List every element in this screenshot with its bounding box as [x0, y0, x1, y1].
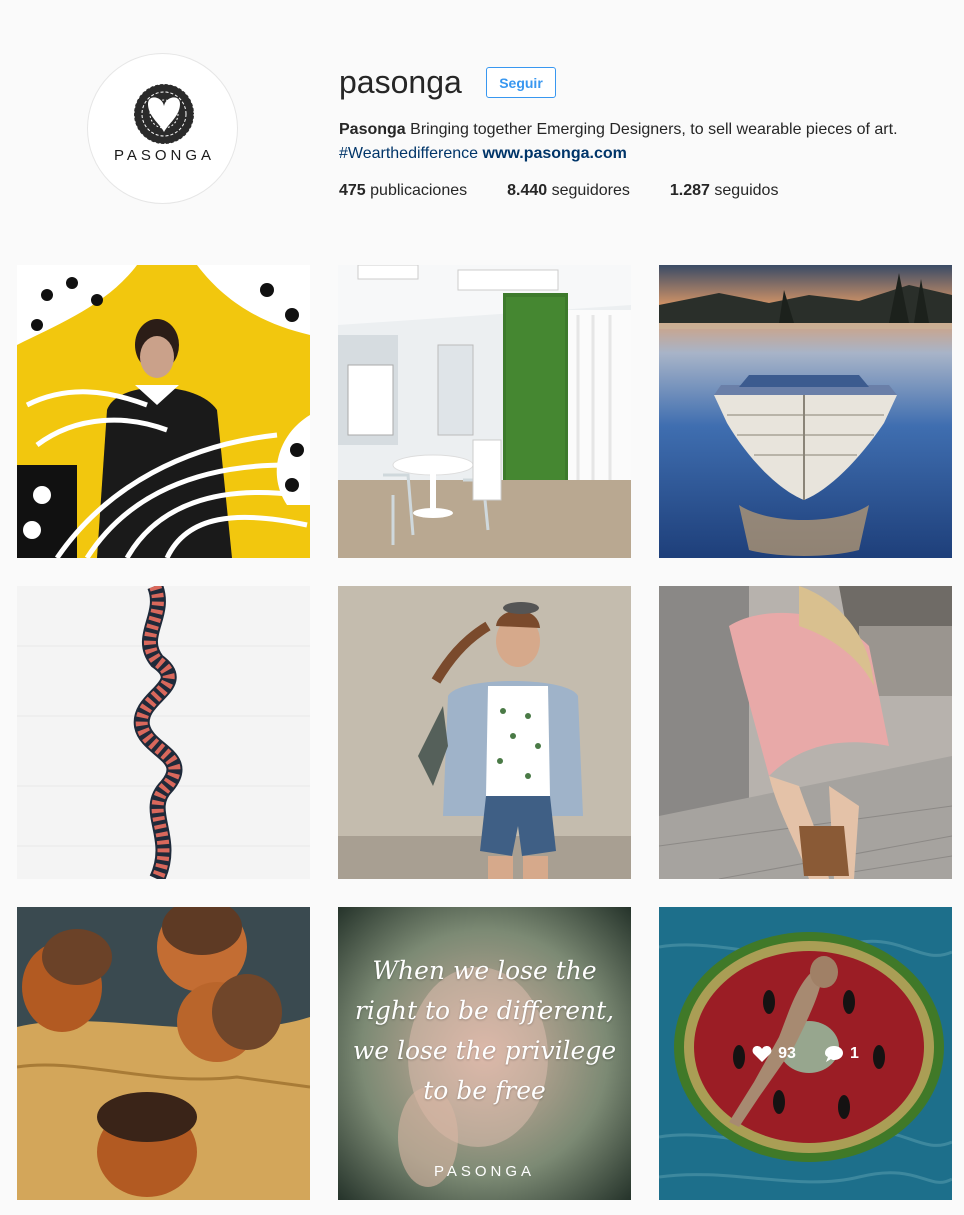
post-thumbnail[interactable] — [659, 265, 952, 558]
quote-line: right to be different, — [354, 996, 615, 1025]
avatar-logo-text: PASONGA — [113, 147, 216, 164]
quote-line: to be free — [423, 1076, 546, 1105]
post-hover-overlay[interactable]: 93 1 — [659, 907, 952, 1200]
likes-value: 93 — [778, 1044, 796, 1062]
post-thumbnail[interactable] — [338, 586, 631, 879]
quote-line: When we lose the — [372, 956, 597, 985]
post-thumbnail[interactable]: When we lose the right to be different, … — [338, 907, 631, 1200]
followers-label: seguidores — [551, 182, 630, 199]
profile-bio: Pasonga Bringing together Emerging Desig… — [339, 118, 939, 166]
heart-icon — [752, 1045, 772, 1063]
profile-stats: 475 publicaciones 8.440 seguidores 1.287… — [339, 180, 818, 202]
profile-avatar[interactable]: PASONGA — [87, 53, 238, 204]
followers-count: 8.440 — [507, 182, 548, 199]
followers-stat[interactable]: 8.440 seguidores — [507, 180, 630, 202]
bio-text: Bringing together Emerging Designers, to… — [410, 121, 898, 138]
following-stat[interactable]: 1.287 seguidos — [670, 180, 779, 202]
profile-full-name: Pasonga — [339, 121, 406, 138]
profile-username: pasonga — [339, 64, 462, 100]
following-count: 1.287 — [669, 182, 710, 199]
likes-count: 93 — [752, 1045, 796, 1063]
posts-label: publicaciones — [370, 182, 468, 199]
post-thumbnail[interactable] — [338, 265, 631, 558]
quote-brand: PASONGA — [433, 1163, 536, 1180]
post-thumbnail[interactable] — [17, 586, 310, 879]
comments-value: 1 — [849, 1044, 859, 1062]
posts-stat: 475 publicaciones — [339, 180, 467, 202]
bio-hashtag-link[interactable]: #Wearthedifference — [339, 145, 478, 162]
quote-line: we lose the privilege — [352, 1036, 617, 1065]
quote-text: When we lose the right to be different, … — [338, 951, 631, 1111]
comment-icon — [824, 1045, 844, 1063]
comments-count: 1 — [824, 1045, 859, 1063]
follow-button[interactable]: Seguir — [486, 67, 556, 98]
posts-count: 475 — [339, 182, 366, 199]
post-thumbnail[interactable] — [17, 907, 310, 1200]
following-label: seguidos — [714, 182, 779, 199]
bio-website-link[interactable]: www.pasonga.com — [483, 145, 627, 162]
post-thumbnail[interactable] — [659, 586, 952, 879]
post-thumbnail[interactable]: 93 1 — [659, 907, 952, 1200]
post-thumbnail[interactable] — [17, 265, 310, 558]
